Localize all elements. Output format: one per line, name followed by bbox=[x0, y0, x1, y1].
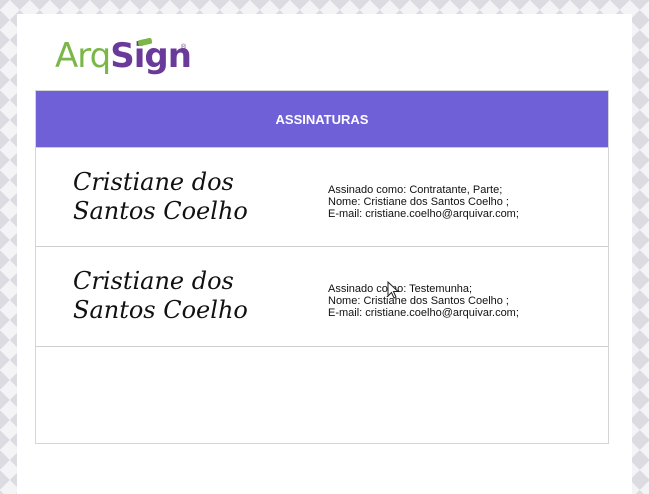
signature-details: Assinado como: Contratante, Parte; Nome:… bbox=[328, 184, 519, 220]
table-header-label: ASSINATURAS bbox=[275, 111, 369, 127]
signer-name-text: Nome: Cristiane dos Santos Coelho ; bbox=[328, 295, 509, 307]
mouse-pointer-icon bbox=[387, 281, 399, 299]
signer-name-text: Nome: Cristiane dos Santos Coelho ; bbox=[328, 196, 509, 208]
signature-name: Cristiane dos Santos Coelho bbox=[73, 267, 248, 324]
signature-details: Assinado como: Testemunha; Nome: Cristia… bbox=[328, 283, 519, 319]
signature-name: Cristiane dos Santos Coelho bbox=[73, 168, 248, 225]
arqsign-logo: ArqSign ® bbox=[55, 36, 192, 76]
logo-part-arq: Arq bbox=[55, 36, 111, 76]
signature-row: Cristiane dos Santos Coelho Assinado com… bbox=[36, 246, 608, 347]
signatures-table: ASSINATURAS Cristiane dos Santos Coelho … bbox=[35, 90, 609, 444]
table-header: ASSINATURAS bbox=[36, 91, 608, 147]
logo-trademark: ® bbox=[181, 44, 187, 51]
signature-row: Cristiane dos Santos Coelho Assinado com… bbox=[36, 147, 608, 246]
signed-as-text: Assinado como: Testemunha; bbox=[328, 283, 473, 295]
signer-email-text: E-mail: cristiane.coelho@arquivar.com; bbox=[328, 307, 519, 319]
logo-text: ArqSign bbox=[55, 36, 192, 76]
signer-email-text: E-mail: cristiane.coelho@arquivar.com; bbox=[328, 208, 519, 220]
document-page: ArqSign ® ASSINATURAS Cristiane dos Sant… bbox=[17, 14, 632, 494]
signed-as-text: Assinado como: Contratante, Parte; bbox=[328, 184, 503, 196]
